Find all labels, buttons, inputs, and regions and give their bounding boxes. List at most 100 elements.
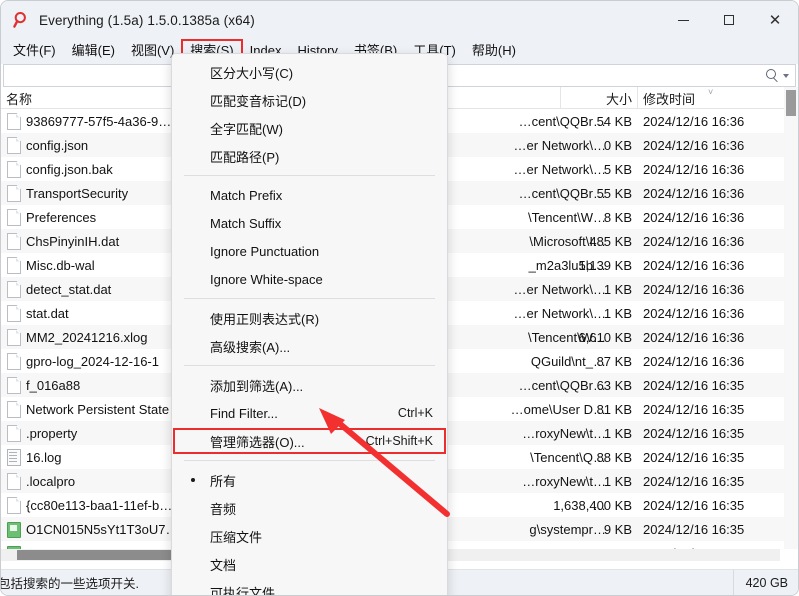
- cell-name-text: config.json: [26, 137, 89, 153]
- menu-item[interactable]: 压缩文件: [172, 522, 447, 550]
- cell-size: 1 KB: [603, 425, 632, 441]
- cell-size: 1 KB: [603, 281, 632, 297]
- cell-date: 2024/12/16 16:35: [643, 473, 745, 489]
- document-file-icon: [7, 497, 20, 513]
- menu-item[interactable]: Match Suffix: [172, 209, 447, 237]
- menu-help[interactable]: 帮助(H): [464, 40, 524, 62]
- minimize-button[interactable]: [660, 1, 706, 39]
- cell-name-text: .localpro: [26, 473, 76, 489]
- cell-date: 2024/12/16 16:35: [643, 425, 745, 441]
- document-file-icon: [7, 305, 20, 321]
- cell-name-text: TransportSecurity: [26, 185, 129, 201]
- close-button[interactable]: ✕: [752, 1, 798, 39]
- vertical-scrollbar-thumb[interactable]: [786, 90, 796, 116]
- cell-date: 2024/12/16 16:36: [643, 185, 745, 201]
- cell-name-text: gpro-log_2024-12-16-1: [26, 353, 159, 369]
- image-file-icon: [7, 521, 21, 538]
- document-file-icon: [7, 329, 20, 345]
- cell-size: 485 KB: [589, 233, 632, 249]
- document-file-icon: [7, 377, 20, 393]
- cell-size: 1,139 KB: [578, 257, 633, 273]
- cell-size: 81 KB: [596, 401, 632, 417]
- cell-size: 1 KB: [603, 305, 632, 321]
- cell-name-text: stat.dat: [26, 305, 69, 321]
- menu-item-label: Find Filter...: [210, 405, 278, 421]
- maximize-button[interactable]: [706, 1, 752, 39]
- cell-name-text: f_016a88: [26, 377, 81, 393]
- cell-size: 88 KB: [596, 449, 632, 465]
- vertical-scrollbar[interactable]: [784, 87, 798, 549]
- menu-item[interactable]: Ignore White-space: [172, 265, 447, 293]
- menu-separator: [184, 298, 435, 299]
- status-left-text: 包括搜索的一些选项开关.: [1, 573, 147, 592]
- menu-item[interactable]: 使用正则表达式(R): [172, 304, 447, 332]
- cell-size: 8 KB: [603, 209, 632, 225]
- menu-item-label: 全字匹配(W): [210, 121, 283, 137]
- cell-date: 2024/12/16 16:35: [643, 521, 745, 537]
- menu-item-label: 压缩文件: [210, 529, 263, 545]
- cell-date: 2024/12/16 16:35: [643, 401, 745, 417]
- cell-name-text: ChsPinyinIH.dat: [26, 233, 120, 249]
- document-file-icon: [7, 137, 20, 153]
- menu-item[interactable]: 音频: [172, 494, 447, 522]
- document-file-icon: [7, 161, 20, 177]
- menu-separator: [184, 365, 435, 366]
- menu-item-shortcut: Ctrl+Shift+K: [365, 434, 433, 448]
- menu-item-label: Match Suffix: [210, 215, 282, 231]
- cell-date: 2024/12/16 16:36: [643, 329, 745, 345]
- menu-item[interactable]: Ignore Punctuation: [172, 237, 447, 265]
- document-file-icon: [7, 209, 20, 225]
- chevron-down-icon[interactable]: [783, 73, 789, 78]
- menu-item-label: 管理筛选器(O)...: [210, 434, 305, 450]
- document-file-icon: [7, 257, 20, 273]
- menu-item-label: 区分大小写(C): [210, 65, 294, 81]
- cell-size: 63 KB: [596, 377, 632, 393]
- menu-item-label: 使用正则表达式(R): [210, 311, 320, 327]
- search-icon[interactable]: [766, 69, 779, 82]
- document-file-icon: [7, 185, 20, 201]
- cell-date: 2024/12/16 16:35: [643, 377, 745, 393]
- menu-item[interactable]: 匹配变音标记(D): [172, 86, 447, 114]
- menu-separator: [184, 175, 435, 176]
- everything-window: Everything (1.5a) 1.5.0.1385a (x64) ✕ 文件…: [0, 0, 799, 596]
- menu-item[interactable]: 添加到筛选(A)...: [172, 371, 447, 399]
- menu-item[interactable]: Find Filter... Ctrl+K: [172, 399, 447, 427]
- minimize-icon: [677, 19, 689, 21]
- menu-item[interactable]: 全字匹配(W): [172, 114, 447, 142]
- cell-name-text: {cc80e113-baa1-11ef-b…: [26, 497, 173, 513]
- text-file-icon: [7, 449, 21, 466]
- cell-date: 2024/12/16 16:35: [643, 497, 745, 513]
- menu-item[interactable]: 文档: [172, 550, 447, 578]
- cell-date: 2024/12/16 16:36: [643, 233, 745, 249]
- menu-item-label: 匹配变音标记(D): [210, 93, 307, 109]
- cell-name-text: detect_stat.dat: [26, 281, 112, 297]
- menu-item[interactable]: 可执行文件: [172, 578, 447, 596]
- menu-item[interactable]: 管理筛选器(O)... Ctrl+Shift+K: [172, 427, 447, 455]
- document-file-icon: [7, 401, 20, 417]
- document-file-icon: [7, 353, 20, 369]
- menu-edit[interactable]: 编辑(E): [64, 40, 123, 62]
- document-file-icon: [7, 281, 20, 297]
- menu-item-label: 匹配路径(P): [210, 149, 280, 165]
- cell-name-text: MM2_20241216.xlog: [26, 329, 148, 345]
- menu-separator: [184, 460, 435, 461]
- cell-size: 55 KB: [596, 185, 632, 201]
- cell-date: 2024/12/16 16:36: [643, 257, 745, 273]
- menu-item-label: Match Prefix: [210, 187, 283, 203]
- cell-name-text: Network Persistent State: [26, 401, 170, 417]
- cell-size: 87 KB: [596, 353, 632, 369]
- cell-size: 0 KB: [603, 137, 632, 153]
- menu-item[interactable]: 匹配路径(P): [172, 142, 447, 170]
- cell-name-text: O1CN015N5sYt1T3oU7…: [26, 521, 179, 537]
- cell-date: 2024/12/16 16:35: [643, 449, 745, 465]
- column-header-size[interactable]: 大小: [561, 87, 638, 109]
- menu-item[interactable]: 区分大小写(C): [172, 58, 447, 86]
- menu-item[interactable]: 所有: [172, 466, 447, 494]
- cell-date: 2024/12/16 16:36: [643, 137, 745, 153]
- cell-name-text: config.json.bak: [26, 161, 113, 177]
- menu-item[interactable]: Match Prefix: [172, 181, 447, 209]
- menu-file[interactable]: 文件(F): [5, 40, 64, 62]
- search-input-icons: [766, 69, 795, 82]
- menu-item[interactable]: 高级搜索(A)...: [172, 332, 447, 360]
- cell-date: 2024/12/16 16:36: [643, 305, 745, 321]
